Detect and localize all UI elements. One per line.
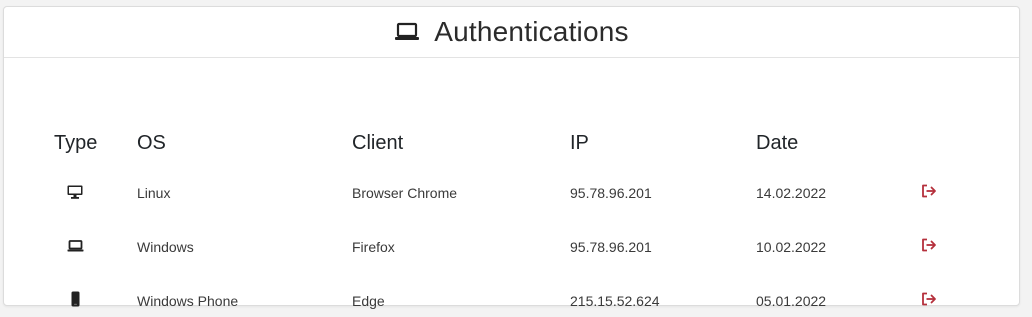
col-header-os: OS (137, 132, 166, 154)
table-header: Type OS Client IP Date (4, 132, 1019, 162)
date-cell: 05.01.2022 (756, 293, 827, 309)
card-header: Authentications (4, 7, 1019, 58)
col-header-client: Client (352, 132, 404, 154)
client-cell: Browser Chrome (352, 185, 458, 201)
ip-cell: 95.78.96.201 (570, 185, 652, 201)
date-cell: 14.02.2022 (756, 185, 827, 201)
table-row: Windows Phone Edge 215.15.52.624 05.01.2… (4, 291, 1019, 311)
mobile-icon (71, 291, 80, 307)
ip-cell: 215.15.52.624 (570, 293, 660, 309)
table-row: Windows Firefox 95.78.96.201 10.02.2022 (4, 237, 1019, 257)
logout-button[interactable] (921, 292, 937, 306)
logout-icon (922, 238, 936, 252)
page-title: Authentications (434, 16, 629, 47)
logout-button[interactable] (921, 184, 937, 198)
os-cell: Linux (137, 185, 171, 201)
authentications-card: Authentications Type OS Client IP Date L… (3, 6, 1020, 309)
col-header-ip: IP (570, 132, 589, 154)
client-cell: Edge (352, 293, 385, 309)
logout-icon (922, 292, 936, 306)
col-header-type: Type (54, 132, 98, 154)
logout-button[interactable] (921, 238, 937, 252)
ip-cell: 95.78.96.201 (570, 239, 652, 255)
table-row: Linux Browser Chrome 95.78.96.201 14.02.… (4, 183, 1019, 203)
os-cell: Windows Phone (137, 293, 239, 309)
date-cell: 10.02.2022 (756, 239, 827, 255)
os-cell: Windows (137, 239, 194, 255)
col-header-date: Date (756, 132, 799, 154)
client-cell: Firefox (352, 239, 395, 255)
laptop-icon (67, 240, 84, 252)
logout-icon (922, 184, 936, 198)
desktop-icon (67, 185, 83, 199)
laptop-icon (394, 22, 420, 42)
